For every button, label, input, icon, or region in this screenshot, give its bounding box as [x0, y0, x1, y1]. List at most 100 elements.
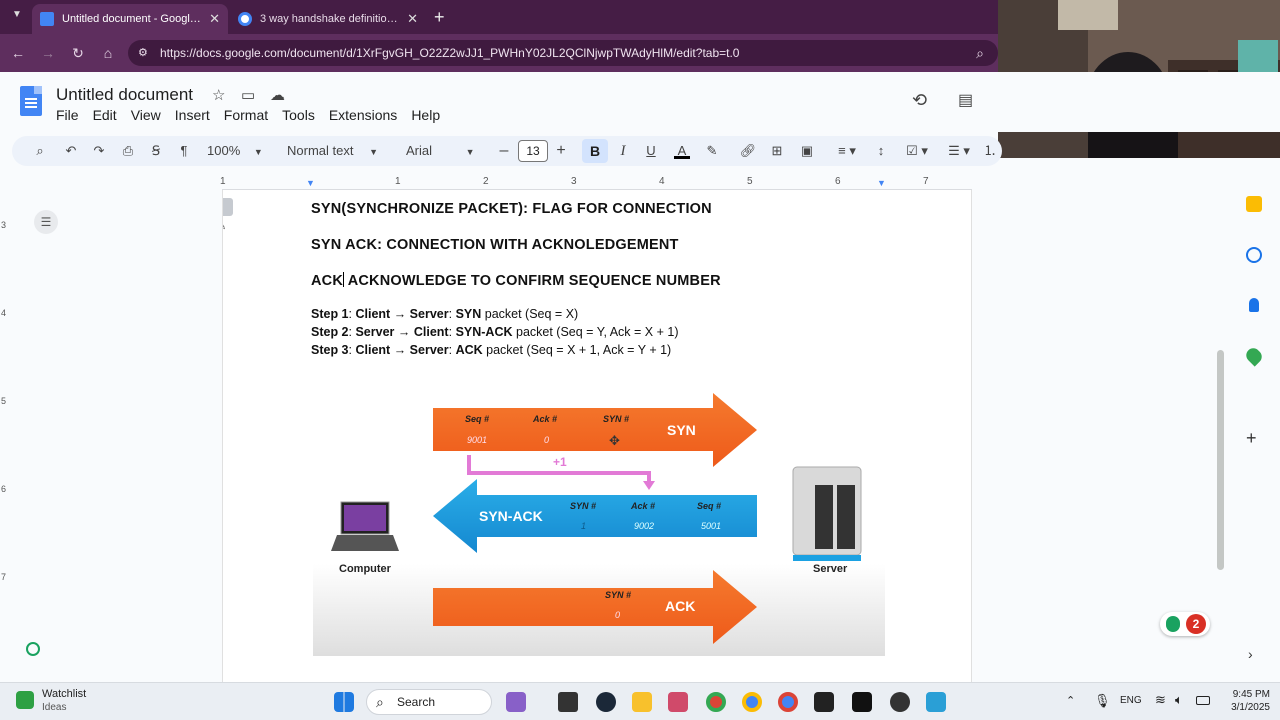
- contacts-icon[interactable]: [1249, 298, 1259, 312]
- highlight-pen-icon[interactable]: ✎: [704, 141, 720, 161]
- wifi-icon[interactable]: ≋: [1155, 692, 1166, 708]
- tab-google-docs[interactable]: Untitled document - Google Docs ✕: [32, 4, 228, 34]
- stock-widget-icon[interactable]: [16, 691, 34, 709]
- tab-google-search[interactable]: 3 way handshake definition - Google Sear…: [230, 4, 426, 34]
- tasks-icon[interactable]: [1246, 247, 1262, 263]
- system-clock[interactable]: 9:45 PM 3/1/2025: [1216, 688, 1270, 714]
- version-history-icon[interactable]: ⟲: [912, 90, 927, 111]
- horizontal-ruler[interactable]: 1 ▼ 1 2 3 4 5 6 ▼ 7: [220, 176, 972, 190]
- italic-button[interactable]: I: [616, 141, 630, 161]
- comments-icon[interactable]: ▤: [958, 90, 973, 110]
- search-label: Search: [397, 695, 436, 709]
- close-tab-icon[interactable]: ✕: [407, 11, 418, 27]
- scrollbar-thumb[interactable]: [1217, 350, 1224, 570]
- collapse-panel-icon[interactable]: ›: [1248, 646, 1253, 662]
- menu-edit[interactable]: Edit: [93, 107, 117, 123]
- menu-format[interactable]: Format: [224, 107, 268, 123]
- game-app-icon[interactable]: [890, 692, 910, 712]
- diagram-shapes: [331, 393, 862, 644]
- paragraph-style-select[interactable]: Normal text ▼: [287, 141, 387, 161]
- align-left-icon[interactable]: ≡ ▾: [832, 141, 862, 161]
- undo-icon[interactable]: ↶: [62, 141, 80, 161]
- accessibility-icon[interactable]: [26, 642, 40, 656]
- numbered-list-icon[interactable]: ⒈: [982, 141, 998, 161]
- taskbar-search[interactable]: ⌕ Search: [366, 689, 492, 715]
- chrome-profile-3-icon[interactable]: [778, 692, 798, 712]
- edit-pencil-icon[interactable]: ✎: [223, 220, 226, 233]
- terminal-icon[interactable]: [814, 692, 834, 712]
- print-icon[interactable]: ⎙: [118, 141, 138, 161]
- forward-arrow-icon[interactable]: →: [38, 43, 58, 63]
- tab-list-chevron-icon[interactable]: ▼: [8, 9, 26, 25]
- back-arrow-icon[interactable]: ←: [8, 43, 28, 63]
- file-explorer-icon[interactable]: [632, 692, 652, 712]
- address-bar[interactable]: ⚙ https://docs.google.com/document/d/1Xr…: [128, 40, 998, 66]
- show-hidden-icons-chevron[interactable]: ⌃: [1066, 694, 1075, 707]
- get-addons-icon[interactable]: +: [1246, 428, 1257, 449]
- plus-one-label: +1: [553, 455, 567, 469]
- line-spacing-icon[interactable]: ↕: [872, 141, 890, 161]
- insert-image-icon[interactable]: ▣: [798, 141, 816, 161]
- cloud-saved-icon[interactable]: ☁: [270, 86, 285, 104]
- document-page[interactable]: ✎ SYN(SYNCHRONIZE PACKET): FLAG FOR CONN…: [222, 190, 972, 682]
- chrome-profile-2-icon[interactable]: [742, 692, 762, 712]
- font-family-select[interactable]: Arial ▼: [406, 141, 486, 161]
- add-comment-icon[interactable]: ⊞: [768, 141, 786, 161]
- task-view-icon[interactable]: [558, 692, 578, 712]
- document-outline-icon[interactable]: ☰: [34, 210, 58, 234]
- menu-file[interactable]: File: [56, 107, 79, 123]
- menu-help[interactable]: Help: [411, 107, 440, 123]
- page-side-badge-icon[interactable]: [223, 198, 233, 216]
- volume-icon[interactable]: 🔈︎: [1175, 692, 1183, 708]
- windows-start-icon[interactable]: [334, 692, 354, 712]
- left-indent-marker[interactable]: ▼: [306, 178, 315, 188]
- decrease-font-size-button[interactable]: –: [496, 141, 512, 161]
- close-tab-icon[interactable]: ✕: [209, 11, 220, 27]
- handshake-diagram-image[interactable]: Seq # Ack # SYN # 9001 0 SYN +1 SYN-ACK …: [313, 393, 885, 656]
- redo-icon[interactable]: ↷: [90, 141, 108, 161]
- increase-font-size-button[interactable]: +: [553, 141, 569, 161]
- google-docs-logo-icon[interactable]: [20, 86, 42, 116]
- chrome-icon[interactable]: [706, 692, 726, 712]
- maps-icon[interactable]: [1243, 345, 1265, 367]
- ruler-tick: 3: [571, 176, 577, 187]
- spellcheck-icon[interactable]: Ꞩ: [146, 141, 166, 161]
- checklist-icon[interactable]: ☑ ▾: [900, 141, 934, 161]
- home-icon[interactable]: ⌂: [98, 43, 118, 63]
- underline-button[interactable]: U: [644, 141, 658, 161]
- widgets-app-icon[interactable]: [506, 692, 526, 712]
- reload-icon[interactable]: ↻: [68, 43, 88, 63]
- battery-icon[interactable]: [1196, 696, 1210, 705]
- search-icon: ⌕: [376, 694, 384, 710]
- menu-extensions[interactable]: Extensions: [329, 107, 397, 123]
- menu-view[interactable]: View: [131, 107, 161, 123]
- text-color-button[interactable]: A: [674, 141, 690, 159]
- new-tab-button[interactable]: +: [434, 7, 445, 28]
- menu-insert[interactable]: Insert: [175, 107, 210, 123]
- widget-title[interactable]: Watchlist: [42, 688, 86, 700]
- capcut-icon[interactable]: [852, 692, 872, 712]
- gemini-suggestions-badge[interactable]: 2: [1160, 612, 1210, 636]
- document-title[interactable]: Untitled document: [56, 85, 193, 105]
- star-icon[interactable]: ☆: [212, 86, 225, 104]
- url-text: https://docs.google.com/document/d/1XrFg…: [160, 46, 740, 60]
- language-indicator[interactable]: ENG: [1120, 695, 1142, 706]
- site-info-icon[interactable]: ⚙: [138, 40, 148, 66]
- bulleted-list-icon[interactable]: ☰ ▾: [942, 141, 976, 161]
- right-indent-marker[interactable]: ▼: [877, 178, 886, 188]
- move-folder-icon[interactable]: ▭: [241, 86, 255, 104]
- visual-studio-icon[interactable]: [926, 692, 946, 712]
- menu-tools[interactable]: Tools: [282, 107, 315, 123]
- microphone-icon[interactable]: 🎙︎: [1094, 693, 1111, 709]
- font-size-input[interactable]: 13: [518, 140, 548, 162]
- keep-notes-icon[interactable]: [1246, 196, 1262, 212]
- vruler-tick: 4: [1, 308, 7, 318]
- snipping-tool-icon[interactable]: [668, 692, 688, 712]
- steam-icon[interactable]: [596, 692, 616, 712]
- bold-button[interactable]: B: [582, 139, 608, 163]
- insert-link-icon[interactable]: 🔗︎: [738, 141, 758, 161]
- zoom-magnifier-icon[interactable]: ⌕: [970, 43, 990, 63]
- paint-format-icon[interactable]: ¶: [174, 141, 194, 161]
- zoom-select[interactable]: 100% ▼: [207, 141, 267, 161]
- search-menus-icon[interactable]: ⌕: [30, 141, 50, 161]
